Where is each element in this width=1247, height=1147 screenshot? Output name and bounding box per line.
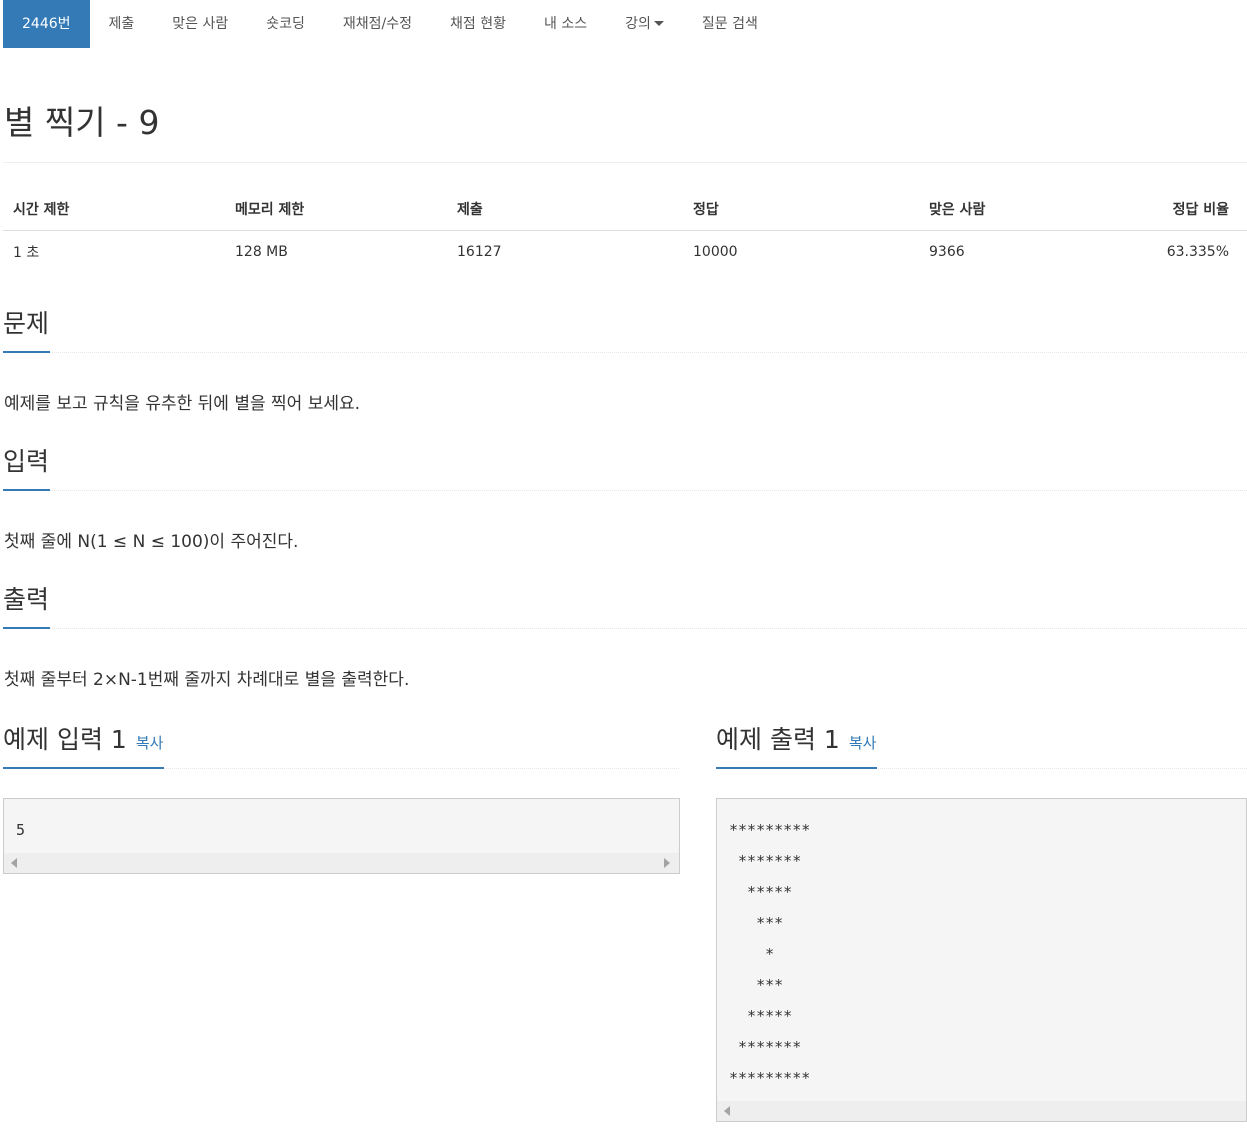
tab-label: 재채점/수정	[342, 15, 413, 32]
horizontal-scrollbar[interactable]	[717, 1101, 1246, 1121]
horizontal-scrollbar[interactable]	[4, 853, 679, 873]
tab-label: 제출	[108, 15, 135, 32]
value-time-limit: 1 초	[13, 245, 40, 261]
value-accepted-users: 9366	[929, 244, 965, 260]
header-accepted: 정답	[683, 187, 919, 231]
tab-rejudge[interactable]: 재채점/수정	[324, 0, 431, 48]
value-memory-limit: 128 MB	[235, 244, 288, 260]
section-description-heading: 문제	[3, 309, 51, 353]
sample-input-header: 예제 입력 1 복사	[3, 725, 679, 769]
problem-title: 별 찍기 - 9	[4, 103, 160, 142]
tab-submit[interactable]: 제출	[90, 0, 154, 48]
section-description-header: 문제	[3, 309, 1247, 353]
sample-input-box[interactable]: 5	[3, 798, 680, 874]
header-time-limit: 시간 제한	[3, 187, 225, 231]
input-text: 첫째 줄에 N(1 ≤ N ≤ 100)이 주어진다.	[4, 532, 299, 552]
tab-label: 맞은 사람	[172, 15, 229, 32]
copy-sample-input-link[interactable]: 복사	[136, 734, 164, 752]
tab-accepted-users[interactable]: 맞은 사람	[153, 0, 247, 48]
tab-label: 내 소스	[544, 15, 588, 32]
table-header-row: 시간 제한 메모리 제한 제출 정답 맞은 사람 정답 비율	[3, 187, 1247, 231]
tab-short-coding[interactable]: 숏코딩	[247, 0, 324, 48]
section-input-header: 입력	[3, 447, 1247, 491]
problem-info-table: 시간 제한 메모리 제한 제출 정답 맞은 사람 정답 비율 1 초 128 M…	[3, 187, 1247, 274]
sample-input-heading: 예제 입력 1 복사	[3, 725, 165, 769]
table-row: 1 초 128 MB 16127 10000 9366 63.335%	[3, 231, 1247, 275]
header-memory-limit: 메모리 제한	[225, 187, 447, 231]
sample-input-heading-text: 예제 입력 1	[3, 725, 127, 754]
problem-menu: 2446번 제출 맞은 사람 숏코딩 재채점/수정 채점 현황 내 소스 강의 …	[3, 0, 1247, 48]
value-accepted: 10000	[693, 244, 738, 260]
value-accept-ratio: 63.335%	[1166, 244, 1229, 260]
tab-question-search[interactable]: 질문 검색	[683, 0, 777, 48]
tab-status[interactable]: 채점 현황	[431, 0, 525, 48]
scroll-left-icon[interactable]	[11, 858, 17, 868]
tab-label: 2446번	[22, 15, 71, 32]
header-accepted-users: 맞은 사람	[919, 187, 1119, 231]
tab-label: 숏코딩	[266, 15, 305, 32]
scroll-left-icon[interactable]	[724, 1106, 730, 1116]
sample-input-content: 5	[16, 821, 26, 839]
description-text: 예제를 보고 규칙을 유추한 뒤에 별을 찍어 보세요.	[4, 394, 361, 414]
sample-output-heading: 예제 출력 1 복사	[716, 725, 878, 769]
caret-down-icon	[653, 21, 664, 26]
tab-lectures-dropdown[interactable]: 강의	[606, 0, 683, 48]
sample-output-box[interactable]: ********* ******* ***** *** * *** ***** …	[716, 798, 1247, 1122]
value-submissions: 16127	[457, 244, 502, 260]
section-output-header: 출력	[3, 585, 1247, 629]
output-text: 첫째 줄부터 2×N-1번째 줄까지 차례대로 별을 출력한다.	[4, 670, 410, 690]
header-accept-ratio: 정답 비율	[1119, 187, 1247, 231]
sample-output-heading-text: 예제 출력 1	[716, 725, 840, 754]
section-output-heading: 출력	[3, 585, 51, 629]
scroll-right-icon[interactable]	[664, 858, 670, 868]
tab-label: 강의	[625, 15, 651, 32]
title-divider	[3, 162, 1247, 163]
tab-problem[interactable]: 2446번	[3, 0, 90, 48]
sample-output-content: ********* ******* ***** *** * *** ***** …	[729, 821, 811, 1087]
tab-label: 질문 검색	[701, 15, 758, 32]
section-input-heading: 입력	[3, 447, 51, 491]
copy-sample-output-link[interactable]: 복사	[849, 734, 877, 752]
tab-my-source[interactable]: 내 소스	[525, 0, 606, 48]
tab-label: 채점 현황	[450, 15, 507, 32]
header-submissions: 제출	[447, 187, 683, 231]
sample-output-header: 예제 출력 1 복사	[716, 725, 1247, 769]
